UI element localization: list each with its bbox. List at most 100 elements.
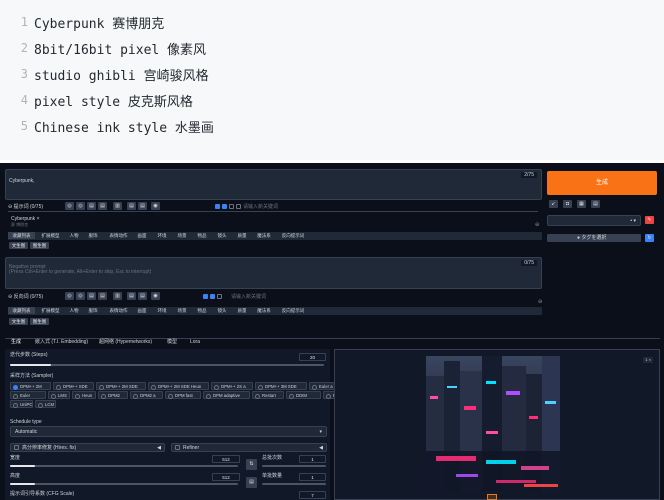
clear-icon[interactable]: ◎ (65, 292, 74, 300)
tab-negative[interactable]: 反向提示词 (278, 232, 308, 239)
history-icon[interactable]: ▥ (113, 202, 122, 210)
tab-checkpoints[interactable]: 模型 (167, 339, 177, 345)
tab-clothing[interactable]: 服饰 (85, 307, 101, 314)
paste-icon[interactable]: ◘ (563, 200, 572, 208)
style-select[interactable]: • ▾ (547, 215, 641, 226)
enable-checkbox[interactable] (217, 294, 222, 299)
batch-size-slider[interactable] (262, 483, 326, 485)
tab-environment[interactable]: 环境 (154, 232, 170, 239)
enable-checkbox[interactable] (229, 204, 234, 209)
enable-checkbox[interactable] (210, 294, 215, 299)
extra-networks-icon[interactable]: ▦ (577, 200, 586, 208)
height-input[interactable]: 512 (212, 473, 240, 481)
tab-magic[interactable]: 魔法系 (254, 232, 274, 239)
tab-txt2img[interactable]: 文生图 (9, 318, 28, 325)
image-thumbnail[interactable] (487, 494, 497, 500)
collapse-icon[interactable]: ⊖ (538, 299, 542, 305)
sampler-option[interactable]: DPM fast (165, 391, 201, 399)
settings-icon[interactable]: ◉ (151, 202, 160, 210)
tab-quality[interactable]: 质量 (234, 307, 250, 314)
enable-checkbox[interactable] (236, 204, 241, 209)
generated-image[interactable] (426, 356, 560, 491)
save-style-icon[interactable]: ▤ (591, 200, 600, 208)
copy-icon[interactable]: ▤ (87, 292, 96, 300)
collapse-icon[interactable]: ⊖ (535, 222, 539, 228)
tab-person[interactable]: 人物 (66, 307, 82, 314)
tab-negative[interactable]: 反向提示词 (278, 307, 308, 314)
history-icon[interactable]: ▥ (113, 292, 122, 300)
tab-quality[interactable]: 质量 (234, 232, 250, 239)
output-counter[interactable]: 1 × (643, 357, 653, 363)
sampler-option[interactable]: LMS (48, 391, 70, 399)
tab-person[interactable]: 人物 (66, 232, 82, 239)
tab-extensions[interactable]: 扩展模型 (37, 307, 64, 314)
tab-favorites[interactable]: 收藏列表 (8, 232, 35, 239)
sampler-option[interactable]: DPM2 a (130, 391, 163, 399)
tab-scene[interactable]: 画面 (134, 232, 150, 239)
sampler-option[interactable]: DPM++ 2M SDE (96, 382, 146, 390)
sampler-option[interactable]: DPM++ SDE (53, 382, 94, 390)
tab-expression[interactable]: 表情动作 (105, 232, 132, 239)
batch-count-input[interactable]: 1 (299, 455, 326, 463)
tab-camera[interactable]: 镜头 (214, 232, 230, 239)
sampler-option[interactable]: DPM adaptive (203, 391, 250, 399)
hires-fix-accordion[interactable]: 高分辨率修复 (Hires. fix) ◀ (10, 443, 165, 452)
sampler-option[interactable]: Heun (72, 391, 96, 399)
width-slider[interactable] (10, 465, 238, 467)
prompt-textarea[interactable]: Cyberpunk, 2/75 (5, 169, 542, 200)
keyword-input[interactable]: 请输入新关键词 (243, 204, 278, 210)
tab-extensions[interactable]: 扩展模型 (37, 232, 64, 239)
cfg-input[interactable]: 7 (299, 491, 326, 499)
batch-count-slider[interactable] (262, 465, 326, 467)
swap-dimensions-button[interactable]: ⇅ (246, 459, 257, 470)
tab-location[interactable]: 场景 (174, 307, 190, 314)
load-icon[interactable]: ▤ (138, 202, 147, 210)
tab-expression[interactable]: 表情动作 (105, 307, 132, 314)
tab-lora[interactable]: Lora (190, 339, 200, 345)
paste-icon[interactable]: ▤ (98, 202, 107, 210)
sampler-option[interactable]: DPM2 (98, 391, 128, 399)
refresh-icon[interactable]: ↻ (645, 234, 654, 242)
edit-style-icon[interactable]: ✎ (645, 216, 654, 224)
tab-items[interactable]: 物品 (194, 307, 210, 314)
tab-clothing[interactable]: 服饰 (85, 232, 101, 239)
save-icon[interactable]: ▤ (127, 202, 136, 210)
restore-icon[interactable]: ↙ (549, 200, 558, 208)
enable-checkbox[interactable] (203, 294, 208, 299)
clear-icon[interactable]: ◎ (65, 202, 74, 210)
refiner-accordion[interactable]: Refiner ◀ (171, 443, 327, 452)
tab-environment[interactable]: 环境 (154, 307, 170, 314)
load-icon[interactable]: ▤ (138, 292, 147, 300)
tab-textual-inversion[interactable]: 嵌入式 (T.I. Embedding) (35, 339, 88, 345)
tag-select-button[interactable]: ● タグを選択 (547, 234, 641, 242)
sampler-option[interactable]: DDIM (286, 391, 321, 399)
clear-icon[interactable]: ◎ (76, 202, 85, 210)
sampler-option[interactable]: DPM++ 2S a (211, 382, 253, 390)
sampler-option[interactable]: DPM++ 2M (10, 382, 51, 390)
tab-hypernetworks[interactable]: 超网络 (Hypernetworks) (99, 339, 152, 345)
generate-button[interactable]: 生成 (547, 171, 657, 195)
height-slider[interactable] (10, 483, 238, 485)
keyword-input[interactable]: 请输入新关键词 (231, 294, 266, 300)
tab-txt2img[interactable]: 文生图 (9, 242, 28, 249)
tab-camera[interactable]: 镜头 (214, 307, 230, 314)
refiner-checkbox[interactable] (175, 445, 180, 450)
negative-prompt-textarea[interactable]: Negative prompt (Press Ctrl+Enter to gen… (5, 257, 542, 289)
width-input[interactable]: 512 (212, 455, 240, 463)
tab-generation[interactable]: 生成 (11, 339, 21, 345)
tab-magic[interactable]: 魔法系 (254, 307, 274, 314)
save-icon[interactable]: ▤ (127, 292, 136, 300)
hires-resolution-button[interactable]: ▤ (246, 477, 257, 488)
steps-slider[interactable] (10, 364, 324, 366)
copy-icon[interactable]: ▤ (87, 202, 96, 210)
tab-location[interactable]: 场景 (174, 232, 190, 239)
schedule-select[interactable]: Automatic ▾ (10, 426, 327, 437)
sampler-option[interactable]: Euler (10, 391, 46, 399)
tab-img2img[interactable]: 图生图 (30, 318, 49, 325)
sampler-option[interactable]: DPM++ 3M SDE (255, 382, 307, 390)
hires-checkbox[interactable] (14, 445, 19, 450)
tab-img2img[interactable]: 图生图 (30, 242, 49, 249)
enable-checkbox[interactable] (222, 204, 227, 209)
tab-favorites[interactable]: 收藏列表 (8, 307, 35, 314)
sampler-option[interactable]: UniPC (10, 400, 33, 408)
